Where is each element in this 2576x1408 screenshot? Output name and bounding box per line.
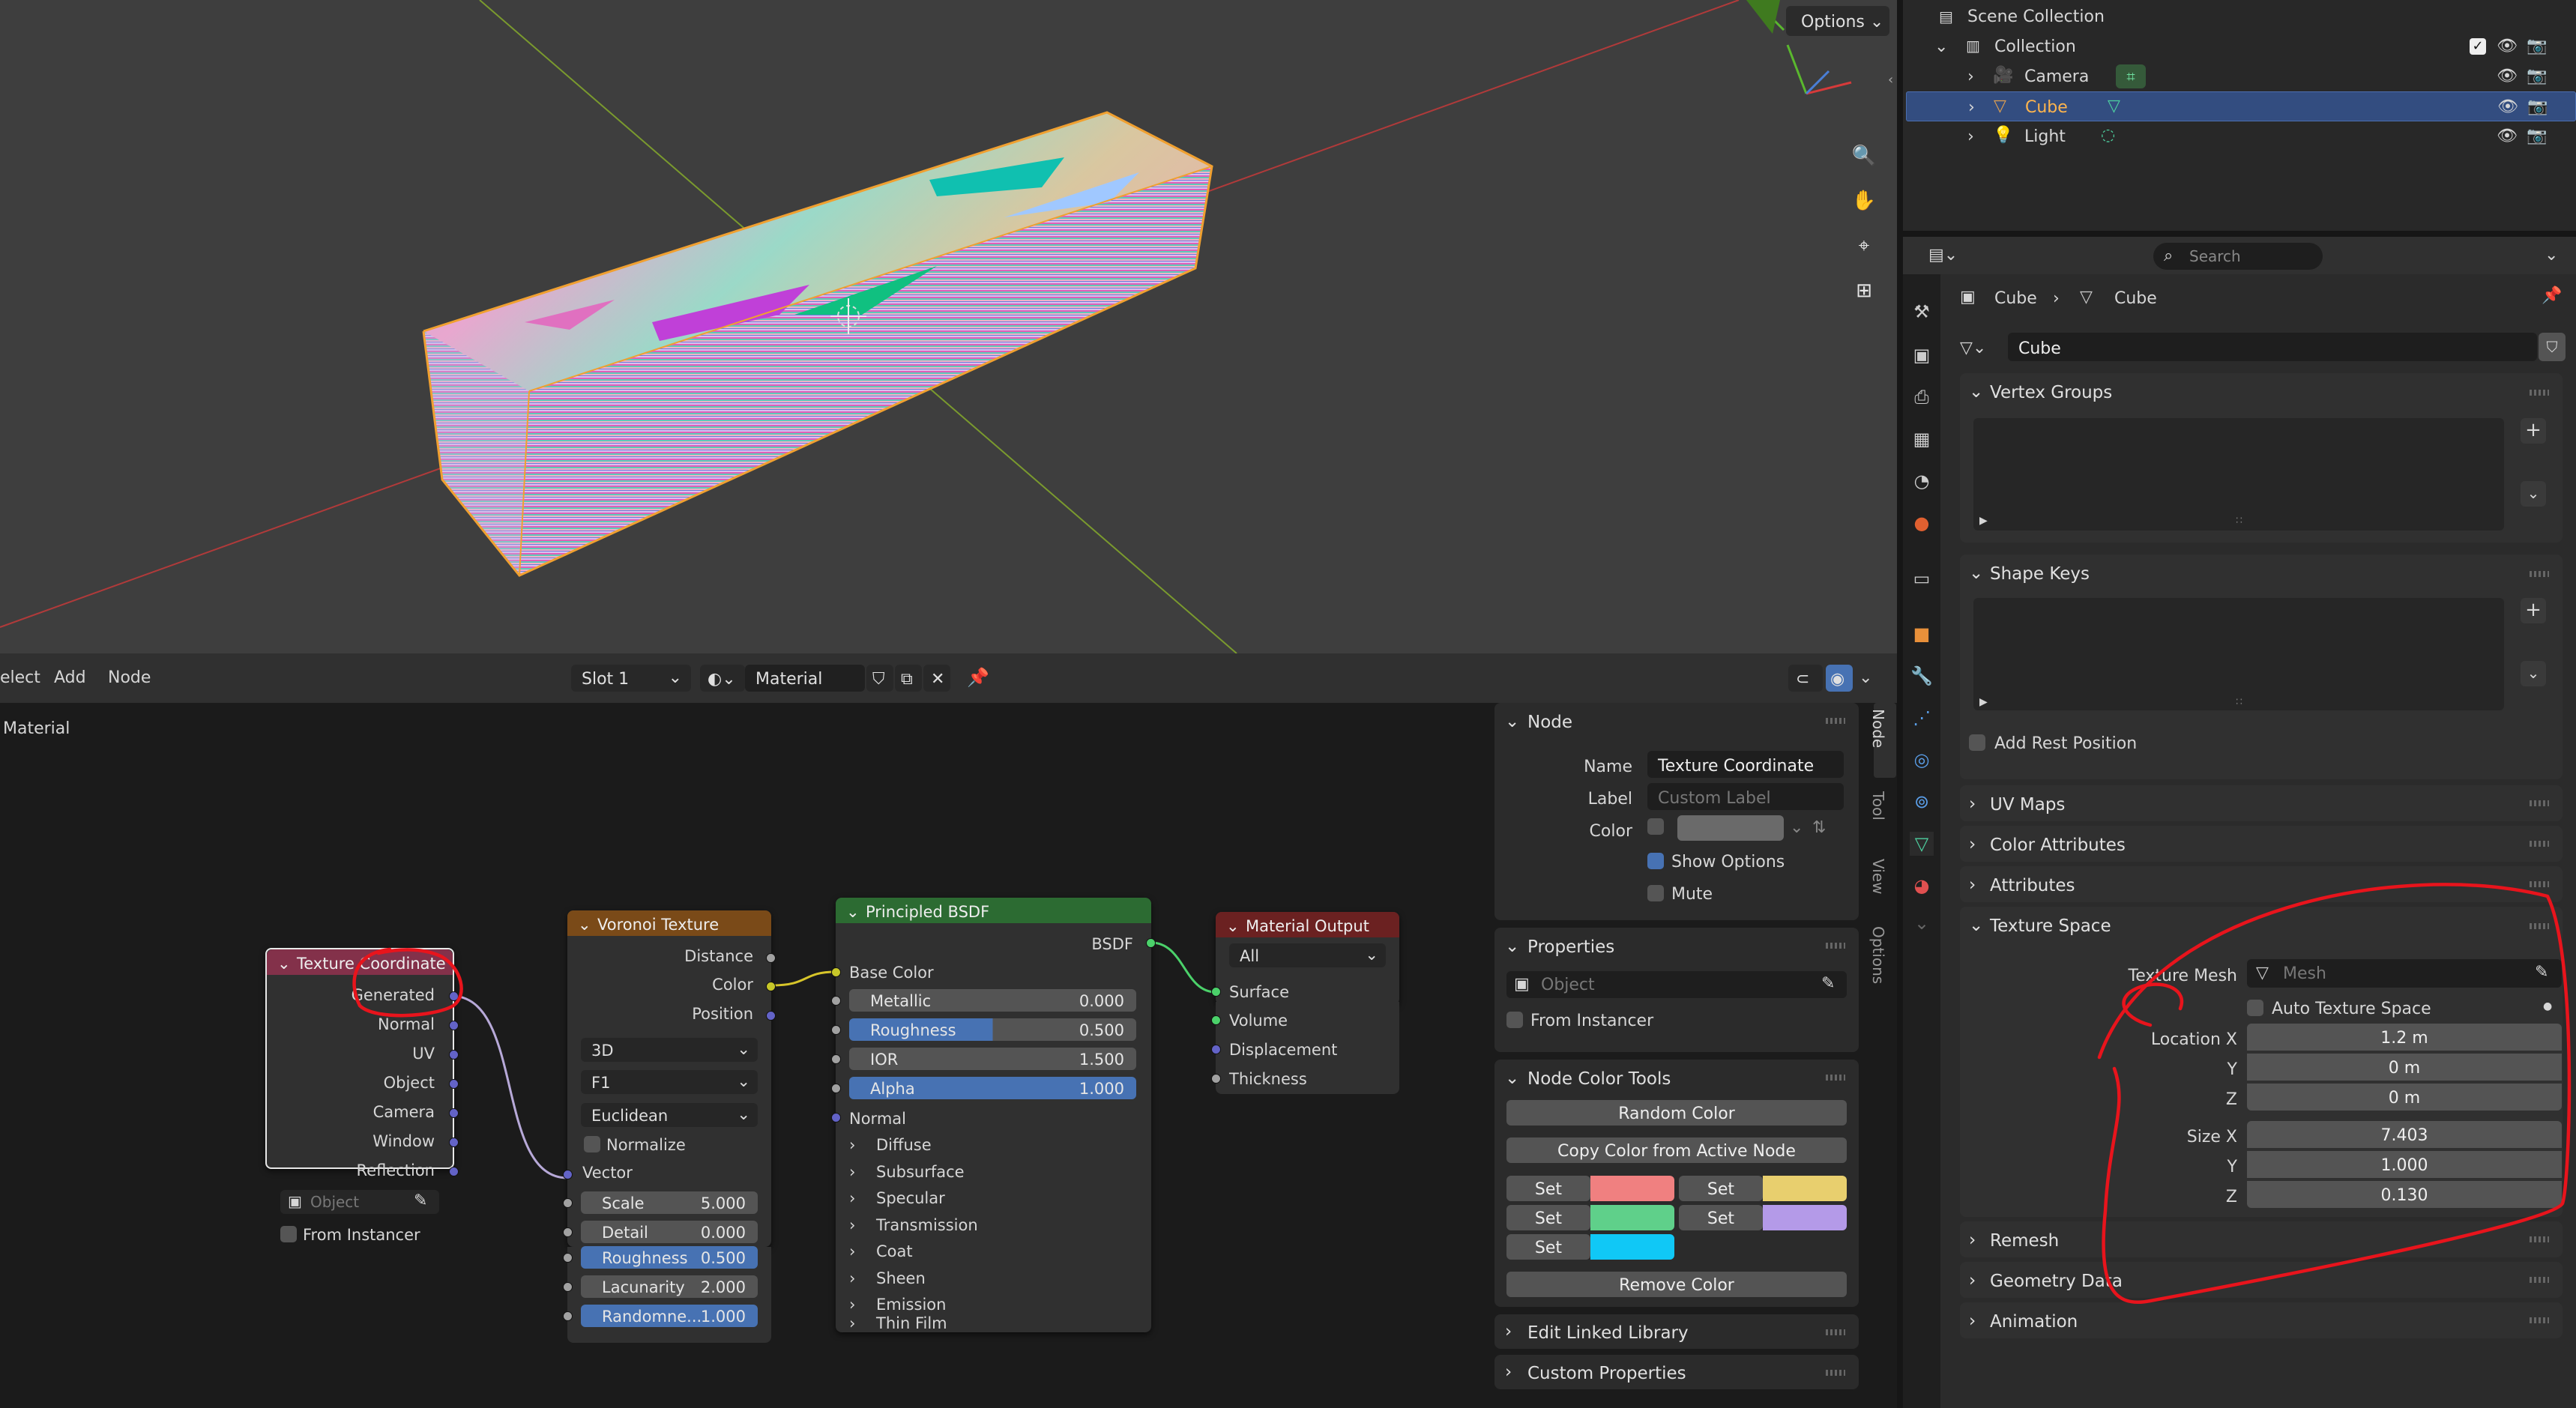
light-object-icon: 💡 bbox=[1993, 126, 2014, 145]
grid-ortho-icon[interactable]: ⊞ bbox=[1847, 274, 1880, 307]
scene-collection-icon: ▤ bbox=[1939, 7, 1953, 25]
collapse-arrow-icon[interactable]: ‹ bbox=[1888, 72, 1897, 94]
camera-view-icon[interactable]: ⌖ bbox=[1847, 229, 1880, 262]
scene-collection-label: Scene Collection bbox=[1967, 7, 2105, 26]
outliner: ▤ Scene Collection ⌄ ▥ Collection ✓ 👁 📷 … bbox=[1903, 0, 2576, 231]
visibility-eye-icon[interactable]: 👁 bbox=[2497, 68, 2518, 85]
outliner-row-cube[interactable]: › ▽ Cube ▽ 👁 📷 bbox=[1906, 91, 2576, 121]
area-divider[interactable] bbox=[1897, 0, 1903, 1408]
mesh-data-icon: ▽ bbox=[2108, 97, 2120, 115]
3d-viewport[interactable]: Options ⌄ 🔍 ✋ ⌖ ⊞ ‹ bbox=[0, 0, 1897, 653]
light-data-icon: ◌ bbox=[2101, 126, 2116, 145]
outliner-row-camera[interactable]: › 🎥 Camera ⌗ 👁 📷 bbox=[1903, 61, 2576, 91]
camera-data-icon[interactable]: ⌗ bbox=[2116, 64, 2146, 88]
annotation-texture-space bbox=[2097, 883, 2572, 1304]
render-camera-icon[interactable]: 📷 bbox=[2527, 38, 2547, 55]
visibility-eye-icon[interactable]: 👁 bbox=[2497, 38, 2518, 55]
area-divider[interactable] bbox=[1903, 231, 2576, 237]
zoom-icon[interactable]: 🔍 bbox=[1847, 139, 1880, 172]
properties-editor: ▤⌄ ⌕ Search ⌄ ⚒ ▣ ⎙ ▦ ◔ ● ▭ ■ 🔧 ⋰ ◎ ⊚ ▽ … bbox=[1903, 237, 2576, 1408]
viewport-scene bbox=[0, 0, 1852, 653]
outliner-row-light[interactable]: › 💡 Light ◌ 👁 📷 bbox=[1903, 121, 2576, 151]
pan-hand-icon[interactable]: ✋ bbox=[1847, 184, 1880, 217]
collection-row[interactable]: ⌄ ▥ Collection ✓ 👁 📷 bbox=[1903, 31, 2576, 61]
shader-node-editor[interactable]: elect Add Node Slot 1 ⌄ ◐⌄ Material ⛉ ⧉ ✕… bbox=[0, 653, 1897, 1408]
render-camera-icon[interactable]: 📷 bbox=[2527, 68, 2547, 85]
mesh-object-icon: ▽ bbox=[1994, 97, 2006, 115]
camera-object-icon: 🎥 bbox=[1993, 66, 2014, 85]
annotation-generated-circle bbox=[352, 947, 463, 1018]
render-camera-icon[interactable]: 📷 bbox=[2527, 99, 2548, 115]
options-dropdown[interactable]: Options ⌄ bbox=[1786, 6, 1889, 36]
collection-icon: ▥ bbox=[1966, 37, 1980, 55]
visibility-eye-icon[interactable]: 👁 bbox=[2497, 128, 2518, 145]
render-camera-icon[interactable]: 📷 bbox=[2527, 128, 2547, 145]
visibility-eye-icon[interactable]: 👁 bbox=[2497, 99, 2518, 115]
exclude-checkbox[interactable]: ✓ bbox=[2470, 38, 2486, 55]
